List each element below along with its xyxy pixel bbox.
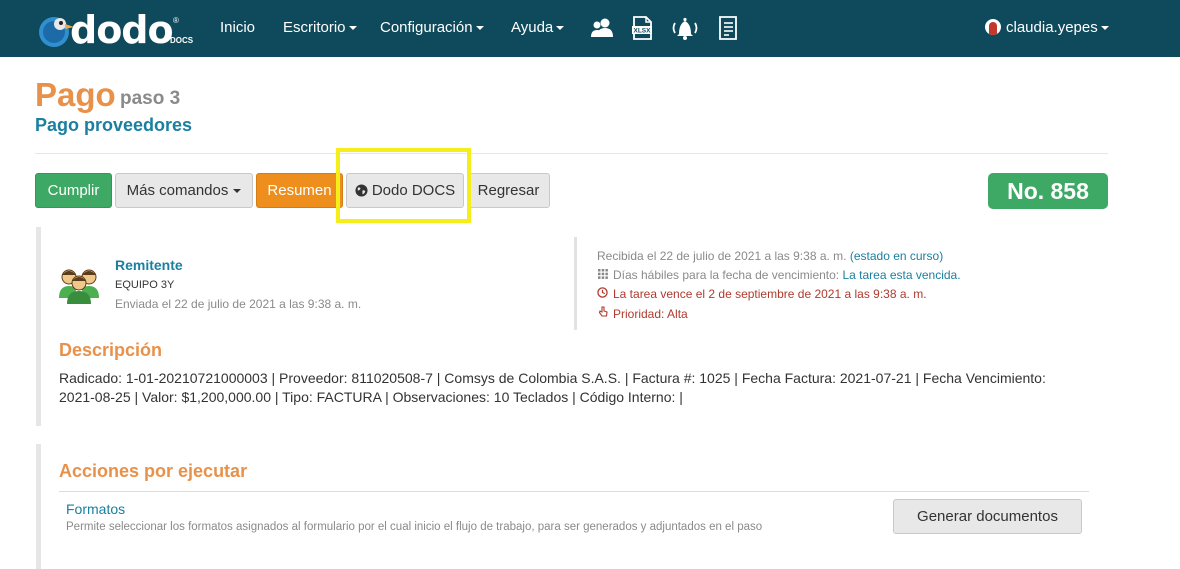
days-value: La tarea esta vencida.	[842, 268, 961, 282]
cumplir-button-label: Cumplir	[47, 182, 100, 199]
due-info: La tarea vence el 2 de septiembre de 202…	[597, 287, 927, 301]
formatos-description: Permite seleccionar los formatos asignad…	[66, 521, 763, 533]
nav-configuracion-label: Configuración	[380, 19, 473, 36]
task-number-badge: No. 858	[988, 173, 1108, 209]
group-users-icon	[59, 269, 99, 304]
nav-inicio[interactable]: Inicio	[220, 19, 255, 36]
divider	[35, 153, 1108, 154]
received-text: Recibida el 22 de julio de 2021 a las 9:…	[597, 249, 847, 263]
sender-name: EQUIPO 3Y	[115, 279, 175, 291]
nav-configuracion[interactable]: Configuración	[380, 19, 484, 36]
nav-escritorio[interactable]: Escritorio	[283, 19, 357, 36]
caret-down-icon	[556, 26, 565, 31]
caret-down-icon	[233, 188, 242, 193]
business-days-info: Días hábiles para la fecha de vencimient…	[597, 268, 961, 282]
actions-left-border	[36, 444, 41, 569]
mas-comandos-label: Más comandos	[126, 182, 229, 199]
grid-icon	[597, 268, 608, 282]
description-title: Descripción	[59, 340, 163, 360]
days-label: Días hábiles para la fecha de vencimient…	[613, 268, 840, 282]
highlight-box	[336, 148, 471, 223]
nav-inicio-label: Inicio	[220, 19, 256, 36]
nav-ayuda-label: Ayuda	[511, 19, 554, 36]
top-navbar: dodo ® DOCS Inicio Escritorio Configurac…	[0, 0, 1180, 57]
generate-documents-label: Generar documentos	[917, 508, 1058, 525]
users-icon[interactable]	[590, 15, 614, 41]
user-avatar-icon	[985, 19, 1001, 35]
page-subtitle: Pago proveedores	[35, 115, 193, 135]
status-text: (estado en curso)	[849, 249, 944, 263]
priority-text: Prioridad: Alta	[613, 307, 688, 321]
mas-comandos-button[interactable]: Más comandos	[115, 173, 253, 208]
actions-title: Acciones por ejecutar	[59, 461, 248, 481]
page-step: paso 3	[120, 88, 181, 109]
vertical-divider	[574, 237, 577, 330]
regresar-button[interactable]: Regresar	[467, 173, 550, 208]
due-text: La tarea vence el 2 de septiembre de 202…	[613, 287, 927, 301]
logo-registered-mark: ®	[173, 16, 179, 25]
actions-divider	[59, 491, 1089, 492]
regresar-button-label: Regresar	[477, 182, 540, 199]
received-info: Recibida el 22 de julio de 2021 a las 9:…	[597, 249, 943, 263]
hand-pointer-icon	[597, 306, 608, 321]
priority-info: Prioridad: Alta	[597, 306, 688, 321]
xlsx-file-icon[interactable]: XLSX	[630, 15, 654, 41]
user-name: claudia.yepes	[1006, 19, 1098, 36]
resumen-button[interactable]: Resumen	[256, 173, 343, 208]
description-text: Radicado: 1-01-20210721000003 | Proveedo…	[59, 370, 1046, 405]
user-menu[interactable]: claudia.yepes	[985, 19, 1109, 36]
caret-down-icon	[475, 26, 484, 31]
dodo-docs-logo[interactable]: dodo ® DOCS	[36, 8, 196, 52]
clock-icon	[597, 287, 608, 301]
sender-date: Enviada el 22 de julio de 2021 a las 9:3…	[115, 297, 362, 311]
nav-ayuda[interactable]: Ayuda	[511, 19, 565, 36]
svg-text:XLSX: XLSX	[634, 28, 652, 35]
nav-escritorio-label: Escritorio	[283, 19, 346, 36]
logo-sub-text: DOCS	[170, 36, 194, 45]
formatos-link[interactable]: Formatos	[66, 501, 125, 517]
caret-down-icon	[348, 26, 357, 31]
page-title: Pago	[35, 76, 116, 113]
document-list-icon[interactable]	[716, 15, 740, 41]
card-left-border	[36, 227, 41, 426]
sender-label: Remitente	[115, 257, 183, 273]
bell-alarm-icon[interactable]	[670, 15, 700, 41]
cumplir-button[interactable]: Cumplir	[35, 173, 112, 208]
logo-text: dodo	[70, 8, 174, 52]
generate-documents-button[interactable]: Generar documentos	[893, 499, 1082, 534]
resumen-button-label: Resumen	[267, 182, 332, 199]
caret-down-icon	[1100, 26, 1109, 31]
